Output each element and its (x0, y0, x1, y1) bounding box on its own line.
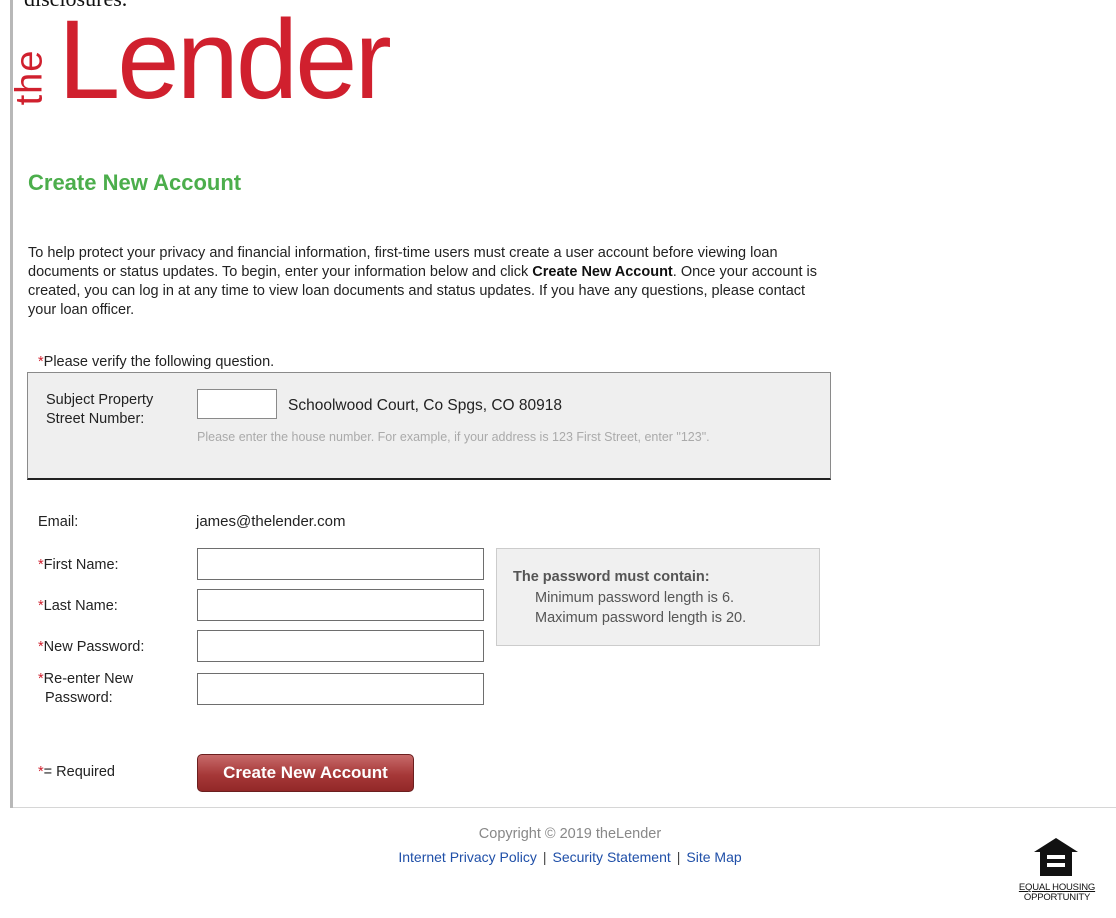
security-statement-link[interactable]: Security Statement (552, 849, 670, 865)
left-border (10, 0, 13, 808)
thelender-logo: the Lender (8, 4, 484, 126)
intro-paragraph: To help protect your privacy and financi… (28, 244, 818, 320)
equal-housing-house-icon (1034, 838, 1078, 876)
intro-bold-text: Create New Account (532, 264, 673, 280)
reenter-password-label-line1: Re-enter New (43, 671, 134, 687)
street-number-label: Subject Property Street Number: (46, 391, 196, 429)
reenter-password-label: *Re-enter New Password: (38, 670, 133, 708)
street-number-label-line2: Street Number: (46, 411, 145, 427)
first-name-input[interactable] (197, 548, 484, 580)
password-rule-max: Maximum password length is 20. (535, 610, 747, 626)
required-legend-text: = Required (43, 764, 115, 780)
email-value: james@thelender.com (196, 513, 346, 530)
page-title: Create New Account (28, 170, 242, 195)
verify-prompt-text: Please verify the following question. (43, 354, 275, 370)
reenter-password-label-line2: Password: (45, 690, 113, 706)
footer-separator: | (676, 849, 681, 865)
equal-housing-logo: EQUAL HOUSING OPPORTUNITY (1012, 836, 1102, 906)
first-name-label: *First Name: (38, 556, 119, 575)
equal-housing-text-line2: OPPORTUNITY (1023, 892, 1091, 903)
site-map-link[interactable]: Site Map (686, 849, 741, 865)
last-name-label: *Last Name: (38, 597, 118, 616)
copyright-text: Copyright © 2019 theLender (478, 826, 662, 842)
verify-question-prompt: *Please verify the following question. (38, 354, 274, 370)
footer-separator: | (542, 849, 547, 865)
new-password-label: *New Password: (38, 638, 144, 657)
password-requirements-panel: The password must contain: Minimum passw… (496, 548, 820, 646)
street-number-input[interactable] (197, 389, 277, 419)
logo-lender-text: Lender (58, 0, 392, 122)
password-requirements-title: The password must contain: (513, 569, 710, 585)
last-name-input[interactable] (197, 589, 484, 621)
new-password-input[interactable] (197, 630, 484, 662)
street-number-hint: Please enter the house number. For examp… (197, 430, 710, 444)
email-label: Email: (38, 514, 79, 530)
privacy-policy-link[interactable]: Internet Privacy Policy (398, 849, 537, 865)
new-password-label-text: New Password: (43, 639, 145, 655)
last-name-label-text: Last Name: (43, 598, 118, 614)
password-rule-min: Minimum password length is 6. (535, 590, 735, 606)
verification-panel: Subject Property Street Number: Schoolwo… (27, 372, 831, 480)
reenter-password-input[interactable] (197, 673, 484, 705)
required-legend: *= Required (38, 764, 115, 780)
create-new-account-button[interactable]: Create New Account (197, 754, 414, 792)
footer-divider (13, 807, 1116, 808)
logo-the-text: the (8, 49, 51, 106)
footer-links: Internet Privacy Policy | Security Stateme… (0, 849, 1116, 865)
street-address-suffix: Schoolwood Court, Co Spgs, CO 80918 (288, 397, 562, 414)
street-number-label-line1: Subject Property (46, 392, 154, 408)
first-name-label-text: First Name: (43, 557, 119, 573)
